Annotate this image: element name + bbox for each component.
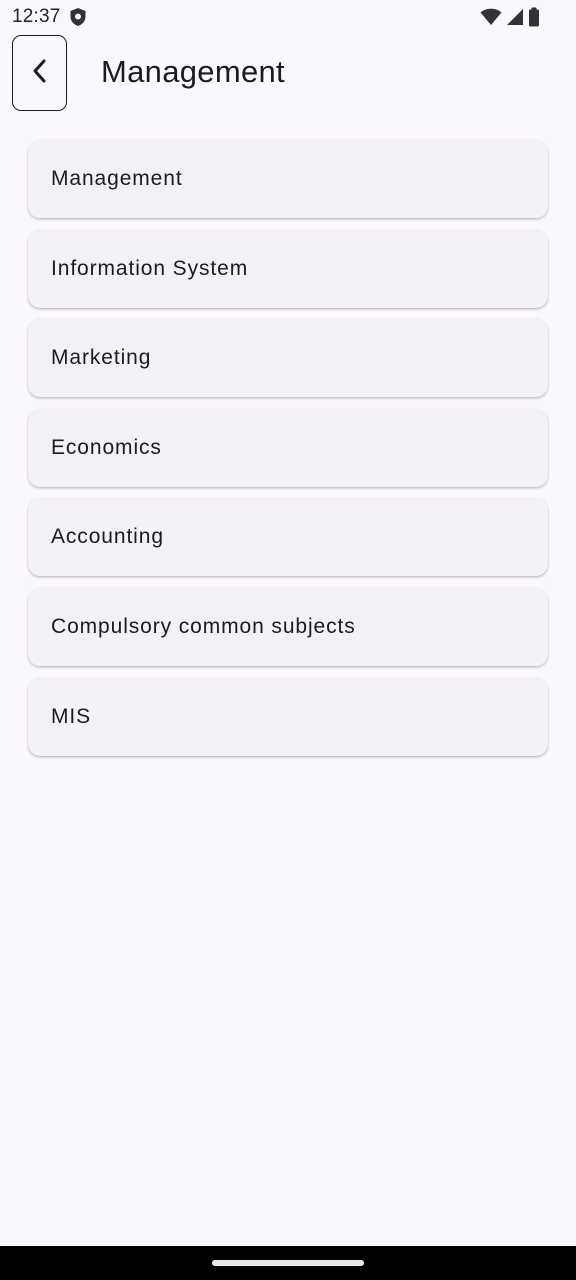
list-item-label: Information System: [51, 256, 249, 280]
home-handle[interactable]: [212, 1260, 364, 1266]
wifi-icon: [480, 8, 502, 31]
chevron-left-icon: [29, 56, 51, 91]
list-item-label: Accounting: [51, 525, 164, 549]
list-item-marketing[interactable]: Marketing: [28, 319, 548, 398]
battery-icon: [528, 7, 540, 32]
subject-list: Management Information System Marketing …: [28, 140, 548, 767]
screen: 12:37 Management Management Information …: [0, 0, 576, 1280]
status-icons: [480, 7, 540, 32]
list-item-management[interactable]: Management: [28, 140, 548, 218]
system-nav-bar: [0, 1246, 576, 1280]
list-item-label: Economics: [51, 435, 162, 459]
list-item-mis[interactable]: MIS: [28, 677, 548, 756]
back-button[interactable]: [12, 35, 67, 111]
list-item-compulsory-common-subjects[interactable]: Compulsory common subjects: [28, 587, 548, 666]
shield-icon: [69, 7, 87, 27]
list-item-label: MIS: [51, 704, 92, 728]
list-item-label: Marketing: [51, 346, 152, 370]
list-item-accounting[interactable]: Accounting: [28, 498, 548, 577]
app-bar: Management: [0, 34, 576, 114]
page-title: Management: [101, 54, 285, 89]
status-time: 12:37: [12, 6, 61, 27]
status-bar: 12:37: [0, 0, 576, 34]
list-item-label: Management: [51, 167, 183, 190]
signal-icon: [506, 8, 524, 31]
list-item-information-system[interactable]: Information System: [28, 229, 548, 308]
list-item-label: Compulsory common subjects: [51, 614, 356, 638]
list-item-economics[interactable]: Economics: [28, 408, 548, 487]
